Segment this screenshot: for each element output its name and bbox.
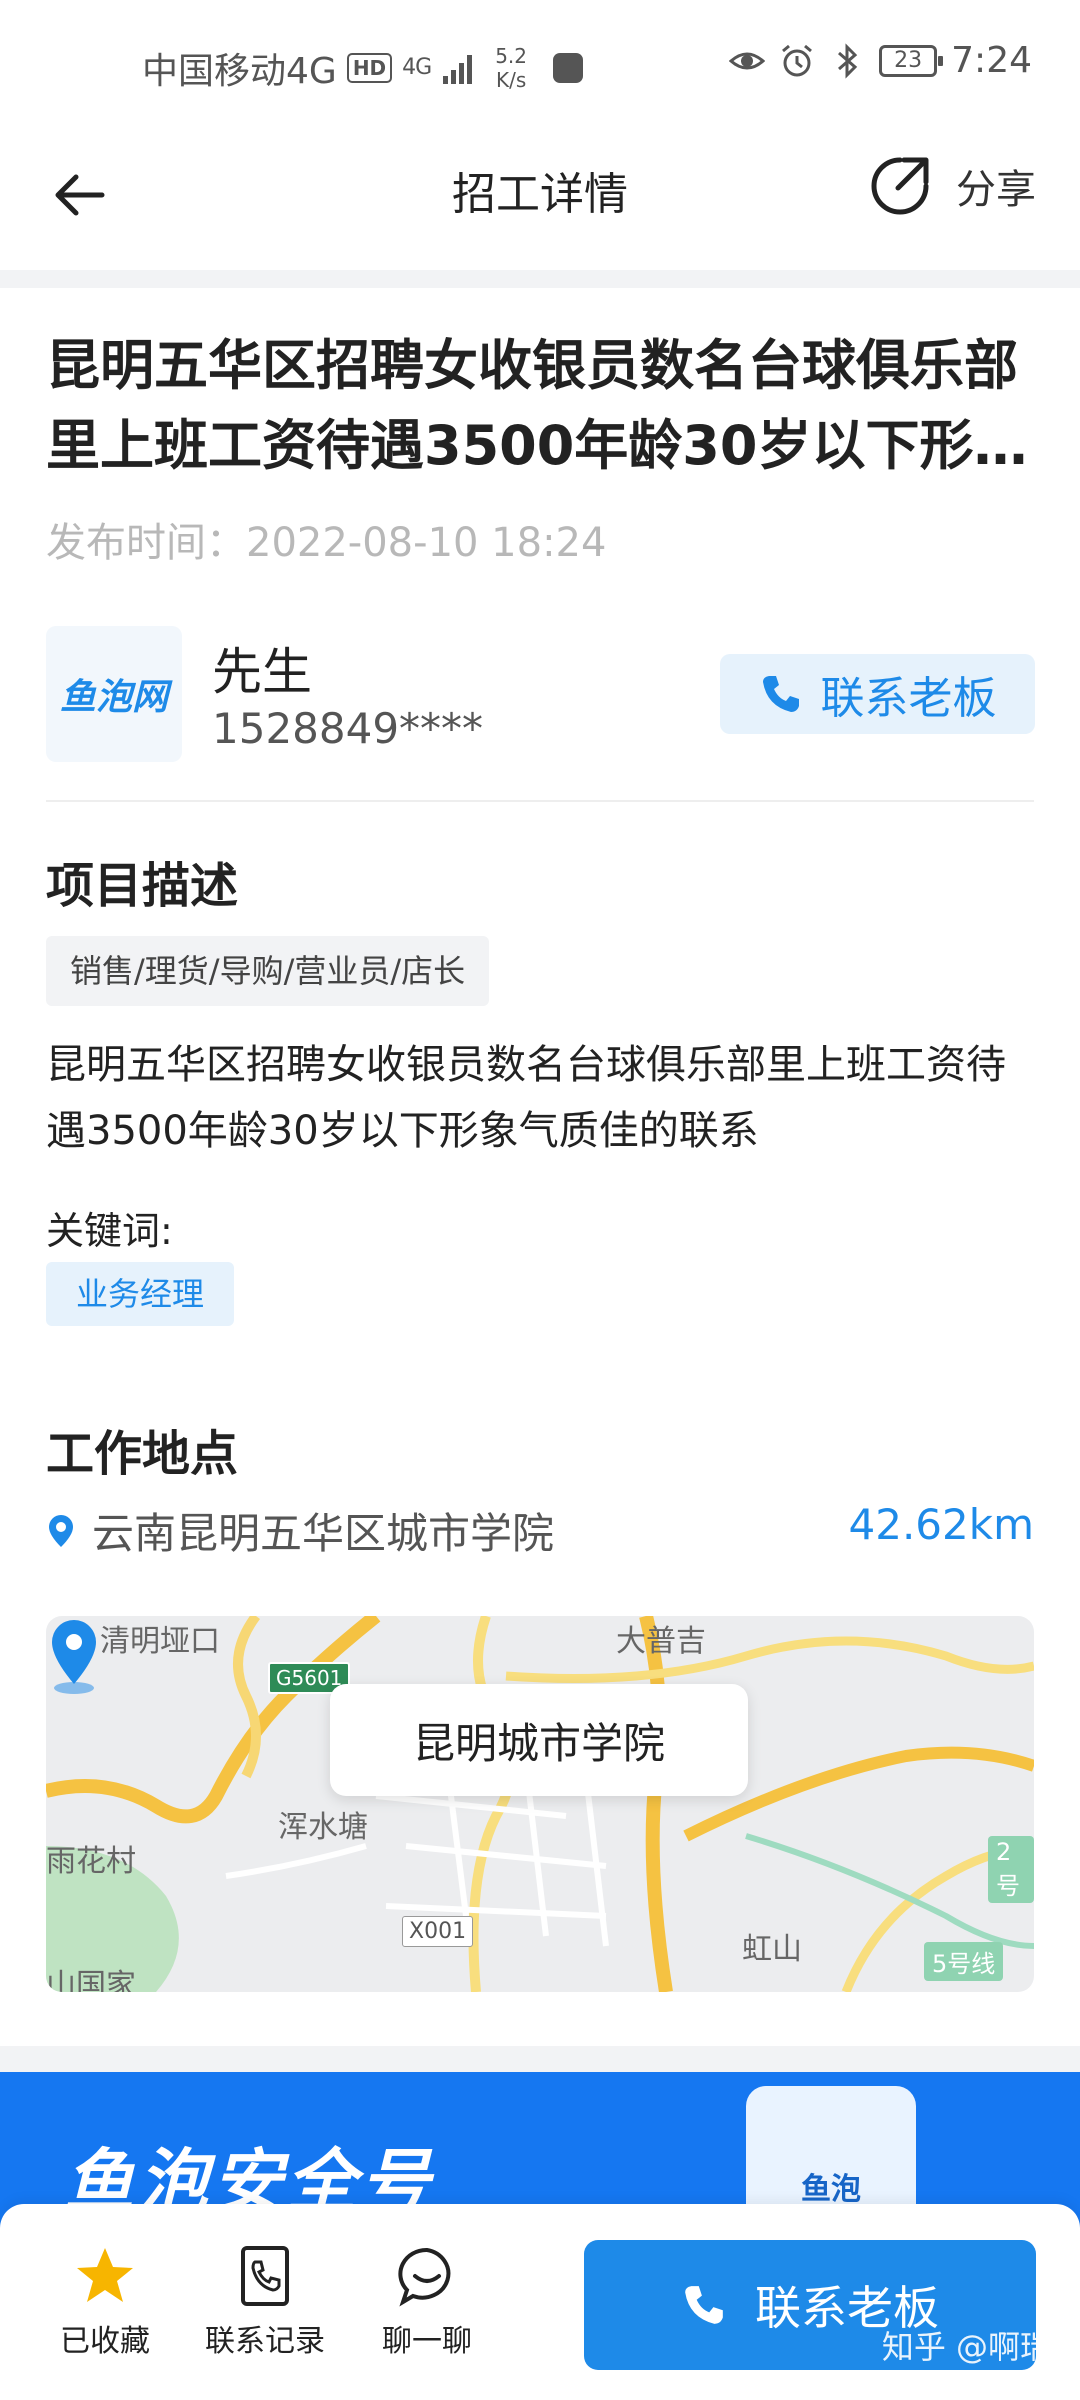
map-roads: [46, 1616, 1034, 1992]
publish-time: 2022-08-10 18:24: [246, 520, 607, 566]
map-metro-label: 5号线: [924, 1942, 1004, 1981]
map-metro-label: 2号: [988, 1836, 1034, 1903]
share-icon: [871, 157, 929, 215]
eye-icon: [729, 52, 766, 69]
location-map[interactable]: 清明垭口 大普吉 G5601 浑水塘 雨花村 X001 虹山 5号线 2号 山国…: [46, 1616, 1034, 1992]
speed-value: 5.2: [495, 44, 528, 68]
map-label: 虹山: [742, 1932, 802, 1967]
publish-time-row: 发布时间：2022-08-10 18:24: [46, 510, 606, 568]
network-label: 4G: [402, 55, 432, 80]
phone-icon: [685, 2286, 723, 2324]
boss-name: 先生: [212, 643, 312, 701]
description-text: 昆明五华区招聘女收银员数名台球俱乐部里上班工资待遇3500年龄30岁以下形象气质…: [46, 1042, 1006, 1154]
address-row[interactable]: 云南昆明五华区城市学院: [46, 1500, 554, 1561]
favorite-button[interactable]: 已收藏: [40, 2244, 170, 2360]
map-label: 浑水塘: [278, 1810, 368, 1845]
chat-bubble-icon: [398, 2247, 451, 2307]
map-callout: 昆明城市学院: [330, 1684, 748, 1796]
alarm-icon: [782, 44, 813, 76]
publish-label: 发布时间：: [46, 520, 246, 566]
map-label: 清明垭口: [100, 1624, 220, 1659]
status-left: 中国移动4G HD 4G 5.2 K/s: [142, 42, 584, 94]
signal-icon: [443, 55, 473, 84]
chat-button[interactable]: 聊一聊: [362, 2244, 492, 2360]
location-title: 工作地点: [46, 1426, 239, 1482]
hd-badge: HD: [346, 53, 393, 83]
contact-records-icon: [241, 2246, 289, 2306]
watermark: 知乎 @啊瑞: [881, 2328, 1052, 2366]
map-road-badge: X001: [402, 1916, 474, 1947]
keywords-label: 关键词:: [46, 1209, 173, 1253]
phone-icon: [762, 676, 799, 712]
map-pin-icon: [52, 1620, 96, 1694]
contact-boss-label: 联系老板: [820, 673, 997, 724]
contact-boss-button[interactable]: 联系老板: [720, 654, 1035, 734]
bottom-action-bar: 已收藏 联系记录 聊一聊 联系老板: [0, 2204, 1080, 2400]
clock: 7:24: [951, 40, 1032, 81]
favorite-label: 已收藏: [60, 2324, 150, 2359]
contact-records-label: 联系记录: [205, 2324, 325, 2359]
app-notification-icon: [553, 53, 584, 83]
company-logo: 鱼泡网: [46, 626, 182, 762]
carrier-label: 中国移动4G: [142, 51, 337, 92]
map-label: 大普吉: [616, 1624, 706, 1659]
boss-phone: 1528849****: [212, 704, 484, 753]
contact-records-button[interactable]: 联系记录: [200, 2244, 330, 2360]
star-icon: [77, 2248, 133, 2302]
map-label: 山国家: [46, 1968, 136, 1992]
status-right: 23 7:24: [729, 40, 1032, 81]
keyword-tag[interactable]: 业务经理: [46, 1262, 235, 1326]
app-header: 招工详情 分享: [0, 130, 1080, 270]
divider: [46, 800, 1034, 802]
section-divider: [0, 270, 1080, 288]
map-label: 雨花村: [46, 1844, 136, 1879]
address-text: 云南昆明五华区城市学院: [92, 1509, 555, 1558]
share-button[interactable]: 分享: [868, 154, 1036, 218]
share-label: 分享: [956, 167, 1036, 213]
location-pin-icon: [49, 1514, 73, 1547]
bluetooth-icon: [838, 42, 858, 79]
job-title: 昆明五华区招聘女收银员数名台球俱乐部里上班工资待遇3500年龄30岁以下形象气质…: [46, 334, 1028, 477]
battery-indicator: 23: [879, 44, 944, 77]
category-tag: 销售/理货/导购/营业员/店长: [46, 936, 490, 1006]
speed-unit: K/s: [495, 68, 527, 92]
section-divider: [0, 2046, 1080, 2072]
chat-label: 聊一聊: [382, 2324, 472, 2359]
distance: 42.62km: [848, 1500, 1034, 1549]
description-title: 项目描述: [46, 858, 239, 914]
network-speed: 5.2 K/s: [495, 44, 527, 92]
status-bar: 中国移动4G HD 4G 5.2 K/s 23 7:24: [0, 0, 1080, 130]
